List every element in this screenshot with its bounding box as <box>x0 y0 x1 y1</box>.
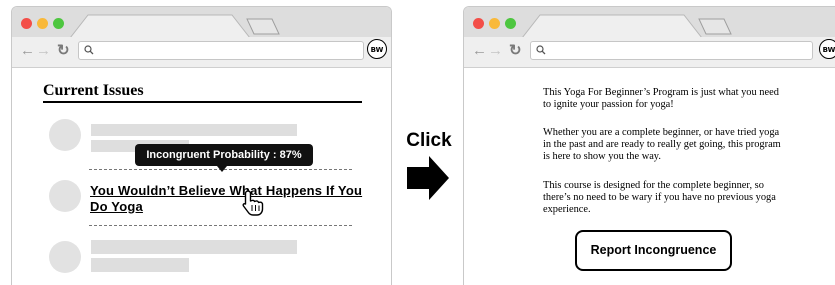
pointing-hand-cursor-icon <box>242 190 264 216</box>
article-headline-link[interactable]: You Wouldn’t Believe What Happens If You… <box>90 183 365 215</box>
click-label: Click <box>406 130 452 151</box>
incongruence-tooltip: Incongruent Probability : 87% <box>135 144 313 166</box>
tab-bar <box>12 7 391 38</box>
back-arrow-icon[interactable]: ← <box>20 42 35 60</box>
new-tab-button[interactable] <box>698 18 732 35</box>
row-divider <box>89 225 352 226</box>
avatar[interactable]: BW <box>367 39 387 59</box>
close-window-button[interactable] <box>473 18 484 29</box>
address-bar[interactable] <box>78 41 364 60</box>
text-placeholder <box>91 258 189 272</box>
active-tab[interactable] <box>70 14 250 38</box>
search-icon <box>84 45 94 55</box>
tooltip-pointer <box>217 166 227 172</box>
back-arrow-icon[interactable]: ← <box>472 42 487 60</box>
text-placeholder <box>91 240 297 254</box>
tab-bar <box>464 7 835 38</box>
forward-arrow-icon[interactable]: → <box>488 42 503 60</box>
thumbnail-placeholder <box>49 180 81 212</box>
minimize-window-button[interactable] <box>37 18 48 29</box>
thumbnail-placeholder <box>49 241 81 273</box>
minimize-window-button[interactable] <box>489 18 500 29</box>
thumbnail-placeholder <box>49 119 81 151</box>
section-title: Current Issues <box>43 82 144 99</box>
search-icon <box>536 45 546 55</box>
new-tab-button[interactable] <box>246 18 280 35</box>
article-paragraph: This course is designed for the complete… <box>543 180 776 215</box>
browser-toolbar: ← → ↻ BW <box>12 37 391 68</box>
reload-icon[interactable]: ↻ <box>57 42 70 60</box>
article-paragraph: This Yoga For Beginner’s Program is just… <box>543 87 779 110</box>
reload-icon[interactable]: ↻ <box>509 42 522 60</box>
maximize-window-button[interactable] <box>505 18 516 29</box>
browser-window-article: ← → ↻ BW This Yoga For Beginner’s Progra… <box>463 6 835 285</box>
right-arrow-icon <box>407 156 449 200</box>
text-placeholder <box>91 124 297 136</box>
browser-window-feed: ← → ↻ BW Current Issues You Wouldn’t Bel… <box>11 6 392 285</box>
article-content: This Yoga For Beginner’s Program is just… <box>464 67 835 285</box>
report-incongruence-button[interactable]: Report Incongruence <box>575 230 732 271</box>
forward-arrow-icon[interactable]: → <box>36 42 51 60</box>
title-divider <box>43 101 362 103</box>
active-tab[interactable] <box>522 14 702 38</box>
article-paragraph: Whether you are a complete beginner, or … <box>543 127 781 162</box>
browser-toolbar: ← → ↻ BW <box>464 37 835 68</box>
feed-content: Current Issues You Wouldn’t Believe What… <box>12 67 391 285</box>
address-bar[interactable] <box>530 41 813 60</box>
maximize-window-button[interactable] <box>53 18 64 29</box>
avatar[interactable]: BW <box>819 39 835 59</box>
close-window-button[interactable] <box>21 18 32 29</box>
